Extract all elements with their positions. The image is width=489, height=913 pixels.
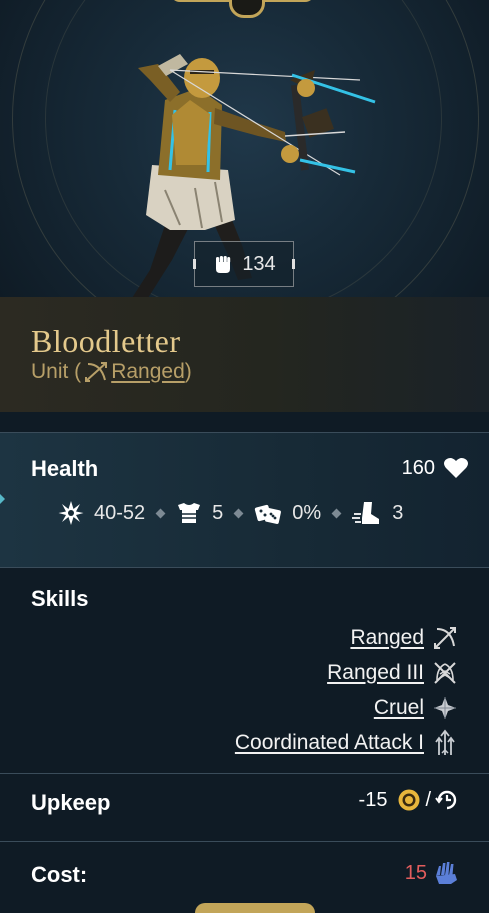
power-badge-tick-right	[292, 259, 295, 269]
skills-label: Skills	[31, 586, 89, 611]
bottom-frame-ornament	[195, 903, 315, 913]
power-badge: 134	[193, 241, 295, 287]
skill-name[interactable]: Ranged	[350, 626, 424, 650]
gold-coin-icon	[398, 789, 420, 811]
skill-ranged[interactable]: Ranged	[350, 620, 458, 655]
upkeep-separator: /	[425, 788, 431, 811]
bow-icon	[85, 362, 108, 382]
damage-stat: 40-52	[58, 500, 145, 526]
damage-value: 40-52	[94, 501, 146, 524]
skill-coordinated-attack-i[interactable]: Coordinated Attack I	[235, 725, 458, 760]
movement-value: 3	[392, 501, 404, 524]
armor-stat: 5	[176, 500, 223, 526]
boot-icon	[352, 502, 380, 524]
skill-cruel[interactable]: Cruel	[374, 690, 458, 725]
armor-value: 5	[212, 501, 224, 524]
chance-stat: 0%	[254, 500, 321, 526]
skills-list: Ranged Ranged III Cruel Coordinated Atta…	[235, 620, 458, 760]
power-value: 134	[242, 252, 276, 275]
upkeep-value: -15	[358, 788, 388, 811]
cruel-blades-icon	[434, 696, 456, 719]
unit-type-prefix: Unit (	[31, 360, 82, 383]
upkeep-value-group: -15 /	[359, 788, 459, 812]
stat-separator	[233, 508, 244, 518]
unit-type-suffix: )	[184, 360, 192, 383]
bow-icon	[434, 626, 456, 649]
armor-icon	[178, 503, 201, 523]
unit-type-link[interactable]: Ranged	[111, 360, 185, 384]
unit-portrait: 134	[0, 0, 489, 297]
stats-row: 40-52 5 0% 3	[58, 500, 403, 526]
damage-burst-icon	[58, 501, 84, 525]
cost-label: Cost:	[31, 862, 88, 887]
health-value: 160	[401, 456, 435, 479]
skill-name[interactable]: Coordinated Attack I	[235, 731, 424, 755]
cost-value: 15	[404, 861, 427, 884]
unit-type: Unit ( Ranged )	[31, 360, 192, 384]
coordinated-arrows-icon	[435, 729, 455, 755]
divider	[0, 841, 489, 842]
stat-separator	[155, 508, 166, 518]
bow-chevrons-icon	[434, 661, 456, 684]
chance-value: 0%	[292, 501, 322, 524]
upkeep-label: Upkeep	[31, 790, 111, 815]
divider	[0, 567, 489, 568]
power-badge-tick-left	[193, 259, 196, 269]
unit-name: Bloodletter	[31, 323, 181, 359]
skill-ranged-iii[interactable]: Ranged III	[327, 655, 458, 690]
dice-icon	[255, 504, 282, 524]
cost-value-group: 15	[405, 860, 459, 886]
population-hand-icon	[436, 862, 457, 884]
skill-name[interactable]: Cruel	[374, 696, 424, 720]
turn-clock-icon	[435, 790, 457, 810]
health-value-group: 160	[402, 456, 469, 480]
divider	[0, 773, 489, 774]
fist-icon	[216, 256, 231, 273]
stat-separator	[331, 508, 342, 518]
heart-icon	[444, 458, 468, 478]
movement-stat: 3	[352, 500, 403, 526]
health-label: Health	[31, 456, 99, 481]
skill-name[interactable]: Ranged III	[327, 661, 424, 685]
